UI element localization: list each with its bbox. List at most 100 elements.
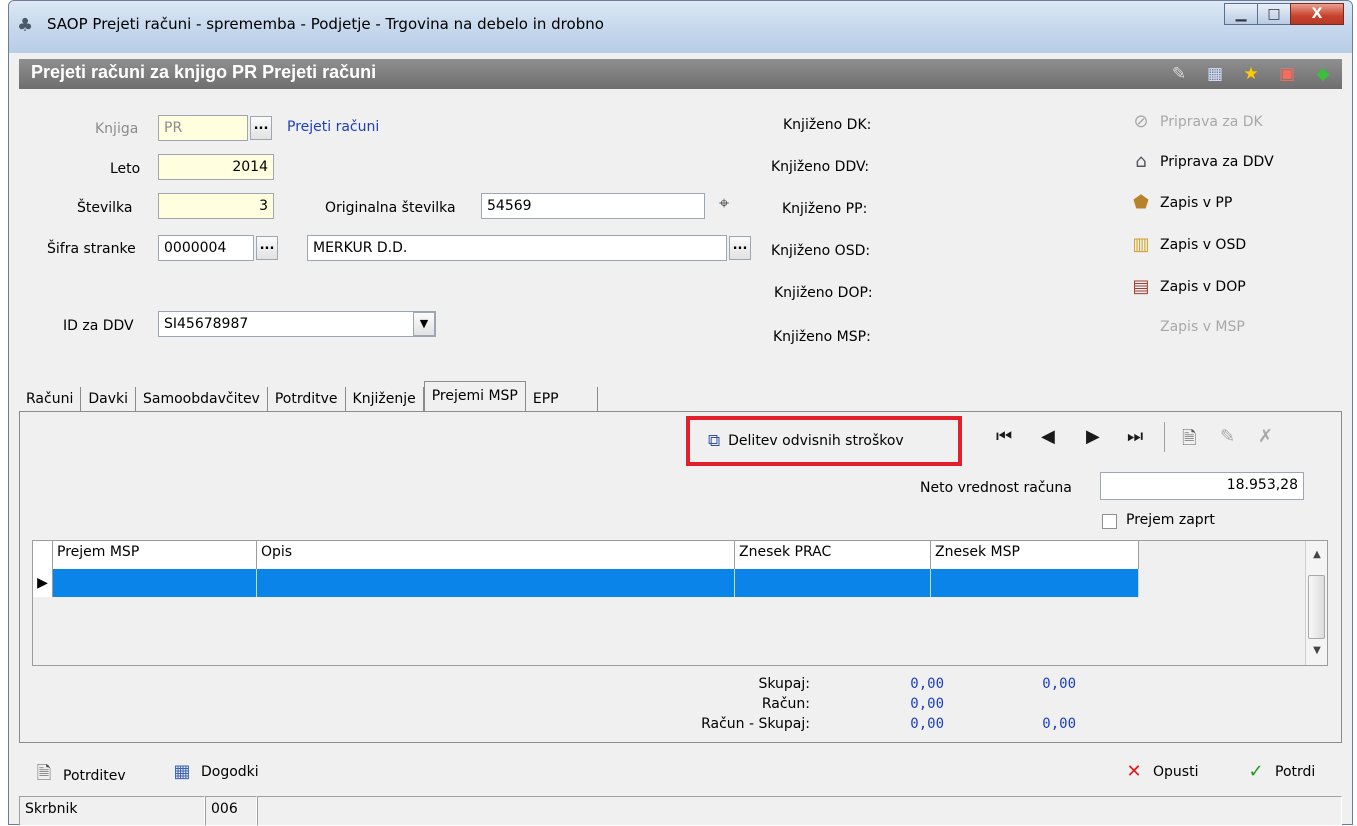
shelves-icon: ▥: [1132, 234, 1150, 255]
tab-knjizenje[interactable]: Knjiženje: [346, 387, 424, 413]
chain-icon: ⊘: [1133, 111, 1149, 132]
originalna-label: Originalna številka: [325, 200, 456, 216]
delitev-button[interactable]: ⧉ Delitev odvisnih stroškov: [686, 416, 962, 466]
edit-icon[interactable]: ✎: [1168, 63, 1190, 85]
zapis-pp-label: Zapis v PP: [1160, 195, 1233, 211]
minimize-button[interactable]: ▁: [1224, 3, 1258, 25]
tab-panel: ⧉ Delitev odvisnih stroškov ⏮ ◀ ▶ ⏭ 🗎 ✎ …: [19, 411, 1342, 743]
cell-prac[interactable]: [735, 569, 931, 597]
title-bar: ♣ SAOP Prejeti računi - sprememba - Podj…: [9, 1, 1352, 53]
opusti-button[interactable]: ✕ Opusti: [1123, 761, 1198, 782]
zapis-msp-button[interactable]: Zapis v MSP: [1160, 319, 1245, 335]
scan-icon[interactable]: ⌖: [719, 193, 729, 214]
knjiga-field[interactable]: PR: [158, 115, 248, 141]
knjiga-browse-button[interactable]: ...: [250, 116, 272, 140]
skupaj-prac-value: 0,00: [910, 676, 944, 692]
opusti-label: Opusti: [1153, 763, 1199, 780]
app-icon: ♣: [17, 15, 34, 36]
stranka-name-field[interactable]: MERKUR D.D.: [307, 235, 727, 261]
zapis-dop-button[interactable]: ▤ Zapis v DOP: [1130, 276, 1246, 298]
id-ddv-dropdown-icon[interactable]: ▼: [413, 312, 435, 336]
close-button[interactable]: X: [1290, 3, 1344, 25]
split-costs-icon: ⧉: [708, 431, 721, 451]
tab-samoobdavcitev[interactable]: Samoobdavčitev: [136, 387, 268, 413]
tab-strip: Računi Davki Samoobdavčitev Potrditve Kn…: [19, 381, 598, 413]
dogodki-button[interactable]: ▦ Dogodki: [171, 761, 258, 782]
zapis-dop-label: Zapis v DOP: [1160, 279, 1246, 295]
form-area: Knjiga PR ... Prejeti računi Leto 2014 Š…: [19, 89, 1342, 385]
book-icon[interactable]: ◆: [1312, 63, 1334, 85]
zapis-osd-button[interactable]: ▥ Zapis v OSD: [1130, 234, 1246, 256]
neto-label: Neto vrednost računa: [920, 480, 1072, 496]
toolbar-separator: [1164, 422, 1165, 452]
star-icon[interactable]: ★: [1240, 63, 1262, 85]
racun-prac-value: 0,00: [910, 696, 944, 712]
header-title: Prejeti računi za knjigo PR Prejeti raču…: [31, 62, 377, 82]
skupaj-label: Skupaj:: [758, 676, 810, 692]
knjizeno-msp-label: Knjiženo MSP:: [773, 329, 871, 345]
grid-col-msp[interactable]: Znesek MSP: [931, 541, 1139, 569]
edit-record-icon[interactable]: ✎: [1220, 426, 1235, 447]
id-ddv-select[interactable]: SI45678987: [158, 311, 436, 337]
tab-prejemi-msp[interactable]: Prejemi MSP: [423, 381, 526, 413]
prejem-zaprt-label: Prejem zaprt: [1126, 512, 1215, 528]
tab-racuni[interactable]: Računi: [19, 387, 82, 413]
scroll-up-icon[interactable]: ▲: [1306, 549, 1328, 560]
grid-col-prejem[interactable]: Prejem MSP: [53, 541, 257, 569]
delete-record-icon[interactable]: ✗: [1258, 426, 1273, 447]
racun-skupaj-prac-value: 0,00: [910, 716, 944, 732]
potrdi-button[interactable]: ✓ Potrdi: [1245, 761, 1315, 782]
tab-epp[interactable]: EPP: [526, 387, 598, 413]
cell-msp[interactable]: [931, 569, 1139, 597]
neto-field[interactable]: 18.953,28: [1100, 472, 1304, 500]
originalna-field[interactable]: 54569: [481, 193, 705, 219]
cell-opis[interactable]: [257, 569, 735, 597]
racun-label: Račun:: [761, 696, 810, 712]
skupaj-msp-value: 0,00: [1042, 676, 1076, 692]
tab-davki[interactable]: Davki: [81, 387, 136, 413]
pdf-icon[interactable]: ▣: [1276, 63, 1298, 85]
status-message: [257, 796, 1342, 826]
calendar-icon[interactable]: ▦: [1204, 63, 1226, 85]
knjizeno-dk-label: Knjiženo DK:: [783, 117, 872, 133]
potrdi-label: Potrdi: [1275, 763, 1316, 780]
bottom-bar: 🗎 Potrditev ▦ Dogodki ✕ Opusti ✓ Potrdi: [19, 753, 1342, 789]
leto-field[interactable]: 2014: [158, 154, 274, 180]
sifra-browse-button[interactable]: ...: [256, 236, 278, 260]
last-record-icon[interactable]: ⏭: [1127, 426, 1143, 447]
stranka-browse-button[interactable]: ...: [729, 236, 751, 260]
document-icon: 🗎: [36, 763, 52, 784]
priprava-ddv-label: Priprava za DDV: [1160, 154, 1274, 170]
table-row[interactable]: ▶: [33, 569, 1139, 597]
zapis-pp-button[interactable]: ⬟ Zapis v PP: [1130, 192, 1232, 214]
racun-skupaj-msp-value: 0,00: [1042, 716, 1076, 732]
next-record-icon[interactable]: ▶: [1086, 426, 1100, 447]
scroll-thumb[interactable]: [1308, 575, 1325, 639]
msp-grid: Prejem MSP Opis Znesek PRAC Znesek MSP ▶…: [32, 540, 1328, 666]
tab-potrditve[interactable]: Potrditve: [268, 387, 346, 413]
stevilka-field[interactable]: 3: [158, 193, 274, 219]
grid-col-opis[interactable]: Opis: [257, 541, 735, 569]
window-controls: ▁ □ X: [1224, 3, 1344, 25]
first-record-icon[interactable]: ⏮: [996, 426, 1012, 447]
stevilka-label: Številka: [77, 200, 133, 216]
main-window: ♣ SAOP Prejeti računi - sprememba - Podj…: [8, 0, 1353, 826]
sifra-field[interactable]: 0000004: [158, 235, 254, 261]
prev-record-icon[interactable]: ◀: [1041, 426, 1055, 447]
prejem-zaprt-checkbox[interactable]: [1102, 514, 1117, 529]
status-skrbnik-value: 006: [205, 796, 257, 826]
priprava-dk-label: Priprava za DK: [1160, 114, 1263, 130]
scroll-down-icon[interactable]: ▼: [1306, 645, 1328, 656]
house-icon: ⌂: [1135, 151, 1147, 172]
form-header: Prejeti računi za knjigo PR Prejeti raču…: [19, 59, 1342, 89]
potrditev-button[interactable]: 🗎 Potrditev: [33, 761, 126, 791]
grid-col-prac[interactable]: Znesek PRAC: [735, 541, 931, 569]
new-record-icon[interactable]: 🗎: [1182, 426, 1196, 456]
maximize-button[interactable]: □: [1257, 3, 1291, 25]
grid-scrollbar[interactable]: ▲ ▼: [1305, 541, 1327, 665]
priprava-ddv-button[interactable]: ⌂ Priprava za DDV: [1130, 151, 1274, 173]
knjiga-link[interactable]: Prejeti računi: [287, 119, 379, 135]
priprava-dk-button[interactable]: ⊘ Priprava za DK: [1130, 111, 1263, 133]
cell-prejem[interactable]: [53, 569, 257, 597]
leto-label: Leto: [110, 161, 141, 177]
